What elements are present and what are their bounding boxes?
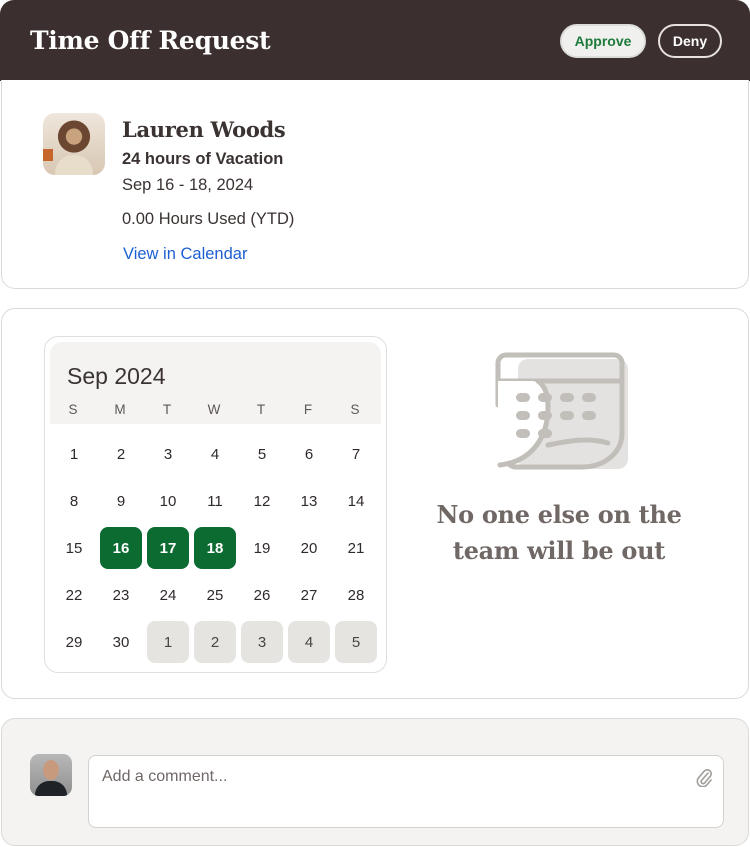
calendar-day-selected[interactable]: 16 (100, 527, 142, 569)
calendar-day[interactable]: 10 (147, 480, 189, 522)
team-status-message: No one else on the team will be out (436, 500, 682, 565)
calendar-day[interactable]: 4 (194, 433, 236, 475)
calendar-page-icon (495, 352, 628, 470)
weekday-label: F (303, 402, 313, 417)
calendar-day-selected[interactable]: 18 (194, 527, 236, 569)
weekday-label: W (207, 402, 221, 417)
calendar-day[interactable]: 26 (241, 574, 283, 616)
weekday-label: T (162, 402, 172, 417)
calendar-day[interactable]: 24 (147, 574, 189, 616)
calendar-day[interactable]: 5 (241, 433, 283, 475)
current-user-avatar (30, 754, 72, 796)
calendar-day[interactable]: 20 (288, 527, 330, 569)
weekday-label: M (114, 402, 126, 417)
weekday-label: T (256, 402, 266, 417)
employee-avatar (43, 113, 105, 175)
calendar-day[interactable]: 13 (288, 480, 330, 522)
calendar-day[interactable]: 11 (194, 480, 236, 522)
comment-box[interactable] (88, 755, 724, 828)
deny-button[interactable]: Deny (658, 23, 722, 58)
hours-used: 0.00 Hours Used (YTD) (122, 210, 295, 228)
calendar-day[interactable]: 25 (194, 574, 236, 616)
calendar-day[interactable]: 22 (53, 574, 95, 616)
calendar-day[interactable]: 14 (335, 480, 377, 522)
request-dates: Sep 16 - 18, 2024 (122, 176, 254, 194)
calendar-day[interactable]: 19 (241, 527, 283, 569)
calendar-day[interactable]: 1 (53, 433, 95, 475)
header-actions: Approve Deny (560, 23, 722, 58)
calendar-day[interactable]: 30 (100, 621, 142, 663)
calendar-month-label: Sep 2024 (67, 363, 166, 389)
calendar-day[interactable]: 27 (288, 574, 330, 616)
calendar-day-next-month[interactable]: 3 (241, 621, 283, 663)
calendar-day[interactable]: 2 (100, 433, 142, 475)
calendar-day[interactable]: 8 (53, 480, 95, 522)
employee-name: Lauren Woods (122, 117, 286, 142)
calendar-day-next-month[interactable]: 1 (147, 621, 189, 663)
calendar-day[interactable]: 21 (335, 527, 377, 569)
calendar-day-selected[interactable]: 17 (147, 527, 189, 569)
calendar-day[interactable]: 15 (53, 527, 95, 569)
header-bar: Time Off Request Approve Deny (0, 0, 750, 81)
calendar-day[interactable]: 7 (335, 433, 377, 475)
calendar-day[interactable]: 3 (147, 433, 189, 475)
calendar-day-next-month[interactable]: 5 (335, 621, 377, 663)
calendar-day[interactable]: 23 (100, 574, 142, 616)
calendar-day[interactable]: 6 (288, 433, 330, 475)
paperclip-icon[interactable] (695, 767, 713, 787)
request-details-card: Lauren Woods 24 hours of Vacation Sep 16… (1, 80, 749, 289)
calendar-day-next-month[interactable]: 4 (288, 621, 330, 663)
approve-button[interactable]: Approve (560, 23, 646, 58)
calendar-day[interactable]: 9 (100, 480, 142, 522)
page-title: Time Off Request (30, 26, 271, 55)
month-calendar: Sep 2024 S M T W T F S 1 2 3 4 5 6 7 8 9 10 11 12 13 14 15 16 1… (44, 336, 387, 673)
weekday-label: S (350, 402, 360, 417)
view-in-calendar-link[interactable]: View in Calendar (123, 245, 247, 264)
comment-card (1, 718, 749, 846)
comment-input[interactable] (102, 768, 682, 786)
calendar-day[interactable]: 29 (53, 621, 95, 663)
calendar-day-next-month[interactable]: 2 (194, 621, 236, 663)
calendar-day[interactable]: 28 (335, 574, 377, 616)
request-summary: 24 hours of Vacation (122, 150, 284, 168)
calendar-day[interactable]: 12 (241, 480, 283, 522)
weekday-label: S (68, 402, 78, 417)
